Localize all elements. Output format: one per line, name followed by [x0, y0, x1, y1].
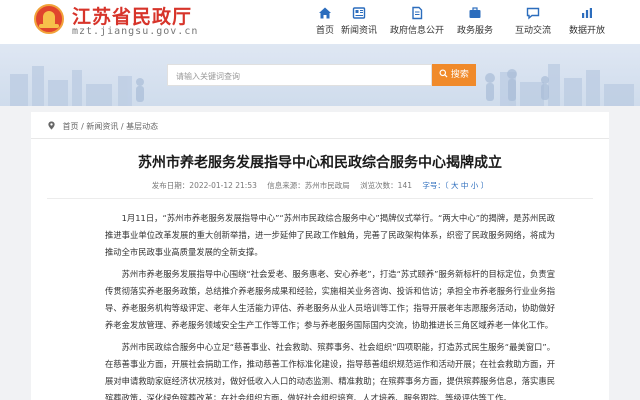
nav-item-open-data[interactable]: 数据开放	[552, 4, 622, 40]
breadcrumb-separator: /	[120, 122, 124, 131]
publish-date: 发布日期：2022-01-12 21:53	[151, 181, 257, 190]
bar-chart-icon	[582, 8, 592, 18]
breadcrumb: 首页 / 新闻资讯 / 基层动态	[47, 121, 158, 132]
breadcrumb-news[interactable]: 新闻资讯	[86, 122, 118, 131]
location-pin-icon	[48, 121, 55, 130]
nav-label: 数据开放	[568, 26, 605, 36]
article-paragraph: 苏州市民政综合服务中心立足“慈善事业、社会救助、殡葬事务、社会组织”四项职能，打…	[105, 342, 555, 400]
site-header: 江苏省民政厅 mzt.jiangsu.gov.cn 首页 新闻资讯 政府信息公开…	[0, 0, 640, 44]
briefcase-icon	[469, 7, 481, 18]
search-button-label: 搜索	[450, 70, 469, 80]
search-input[interactable]: 请输入关键词查询	[167, 64, 432, 86]
article-paragraph: 苏州市养老服务发展指导中心围绕“社会爱老、服务惠老、安心养老”，打造“苏式颐养”…	[105, 269, 555, 330]
logo-base	[39, 24, 59, 28]
divider	[47, 198, 593, 199]
breadcrumb-separator: /	[81, 122, 84, 131]
view-count: 浏览次数：141	[360, 181, 412, 190]
logo-figure	[43, 11, 55, 25]
search-banner: 请输入关键词查询 搜索	[0, 44, 640, 106]
newspaper-icon	[352, 7, 366, 19]
government-emblem-logo[interactable]	[34, 4, 64, 34]
document-icon	[412, 6, 423, 20]
breadcrumb-home[interactable]: 首页	[63, 122, 79, 131]
info-source: 信息来源：苏州市民政局	[267, 181, 350, 190]
article-paragraph: 1月11日，“苏州市养老服务发展指导中心”“苏州市民政综合服务中心”揭牌仪式举行…	[105, 213, 555, 257]
chat-icon	[526, 7, 540, 20]
article-meta: 发布日期：2022-01-12 21:53 信息来源：苏州市民政局 浏览次数：1…	[31, 180, 609, 191]
article-title: 苏州市养老服务发展指导中心和民政综合服务中心揭牌成立	[138, 155, 502, 171]
search-button[interactable]: 搜索	[432, 64, 476, 86]
article-card: 首页 / 新闻资讯 / 基层动态 苏州市养老服务发展指导中心和民政综合服务中心揭…	[31, 112, 609, 400]
breadcrumb-local-news[interactable]: 基层动态	[126, 122, 158, 131]
font-size-switcher[interactable]: 字号：〔 大 中 小 〕	[422, 181, 488, 190]
site-domain: mzt.jiangsu.gov.cn	[72, 26, 199, 37]
site-title[interactable]: 江苏省民政厅	[72, 2, 192, 29]
article-body: 1月11日，“苏州市养老服务发展指导中心”“苏州市民政综合服务中心”揭牌仪式举行…	[105, 210, 555, 400]
search-icon	[439, 69, 448, 78]
divider	[31, 138, 609, 139]
